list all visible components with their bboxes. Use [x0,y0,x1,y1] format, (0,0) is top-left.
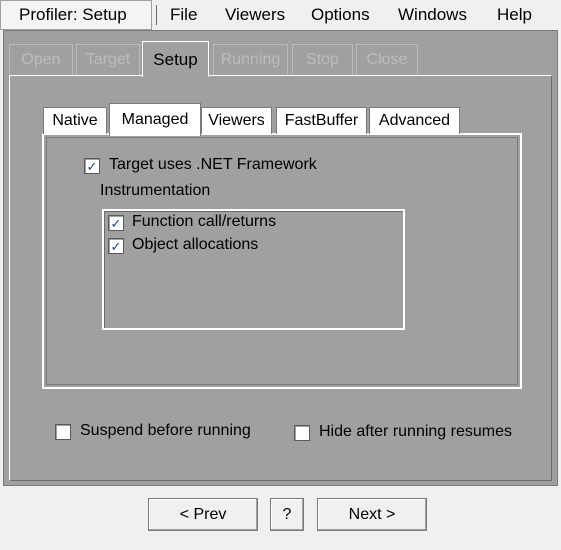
menu-separator [156,5,157,25]
tab-advanced[interactable]: Advanced [369,107,460,134]
hide-after-running-checkbox[interactable] [294,425,310,441]
tab-native[interactable]: Native [43,107,107,134]
menu-windows[interactable]: Windows [398,0,467,30]
menu-help[interactable]: Help [497,0,532,30]
prev-button[interactable]: < Prev [148,498,258,531]
wizard-tab-close: Close [356,44,418,75]
tab-fastbuffer[interactable]: FastBuffer [276,107,367,134]
wizard-tab-setup[interactable]: Setup [142,41,209,77]
window-title: Profiler: Setup [0,0,152,30]
target-dotnet-label: Target uses .NET Framework [109,156,317,173]
hide-after-running-label: Hide after running resumes [319,423,512,440]
wizard-tab-running: Running [213,44,288,75]
wizard-tab-open: Open [9,44,73,75]
menu-options[interactable]: Options [311,0,370,30]
tab-viewers[interactable]: Viewers [201,107,272,134]
object-allocations-label: Object allocations [132,236,259,253]
tab-managed[interactable]: Managed [109,103,201,136]
menu-file[interactable]: File [170,0,197,30]
help-button[interactable]: ? [270,498,304,531]
target-dotnet-checkbox[interactable]: ✓ [84,158,100,174]
wizard-tab-stop: Stop [292,44,353,75]
instrumentation-label: Instrumentation [100,182,211,199]
suspend-before-running-label: Suspend before running [80,422,251,439]
function-calls-label: Function call/returns [132,213,277,230]
menu-viewers[interactable]: Viewers [225,0,285,30]
next-button[interactable]: Next > [317,498,427,531]
suspend-before-running-checkbox[interactable] [55,424,71,440]
wizard-tab-target: Target [76,44,140,75]
object-allocations-checkbox[interactable]: ✓ [108,238,124,254]
function-calls-checkbox[interactable]: ✓ [108,215,124,231]
